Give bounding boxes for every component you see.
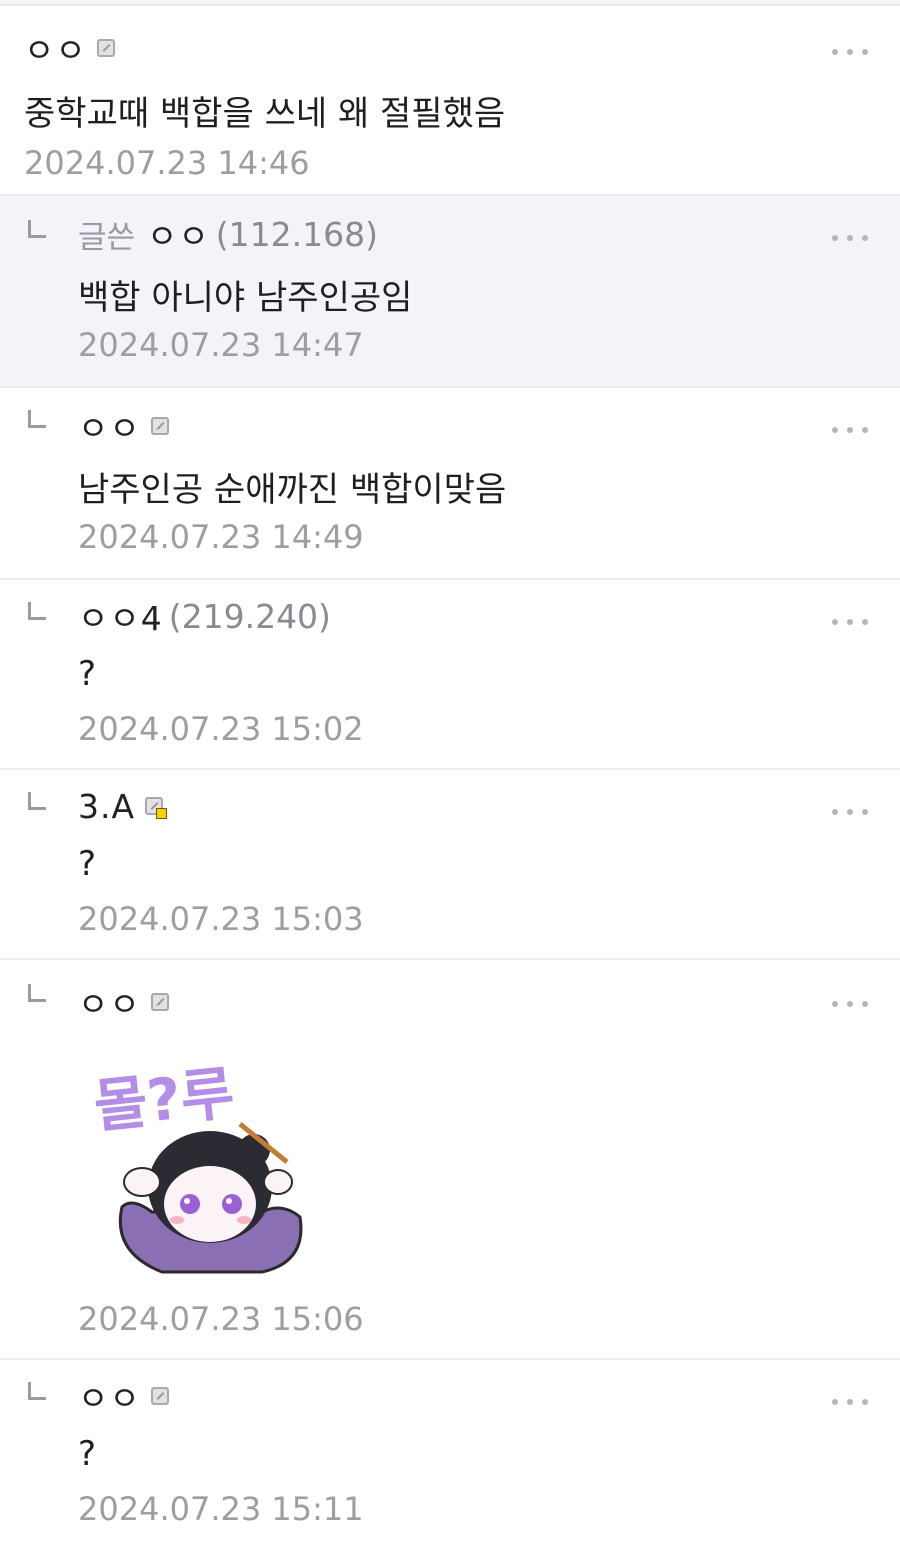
comment-ip: (112.168)	[215, 214, 378, 254]
comment-date: 2024.07.23 15:03	[78, 900, 364, 938]
comment-item: ㅇㅇ 남주인공 순애까진 백합이맞음 2024.07.23 14:49	[0, 388, 900, 580]
reply-arrow-icon	[28, 792, 46, 810]
writer-badge: 글쓴	[78, 219, 136, 256]
comment-author[interactable]: ㅇㅇ	[78, 1372, 141, 1420]
comment-author[interactable]: ㅇㅇ	[78, 978, 141, 1026]
more-options-button[interactable]	[832, 1398, 868, 1406]
more-options-button[interactable]	[832, 426, 868, 434]
reply-arrow-icon	[28, 1382, 46, 1400]
comment-item: 3.A ? 2024.07.23 15:03	[0, 770, 900, 960]
comment-date: 2024.07.23 15:06	[78, 1300, 364, 1338]
more-options-button[interactable]	[832, 618, 868, 626]
comment-item: ㅇㅇ ? 2024.07.23 15:11	[0, 1360, 900, 1560]
gallery-manager-icon	[145, 797, 168, 819]
comment-text: 중학교때 백합을 쓰네 왜 절필했음	[24, 94, 506, 134]
more-options-button[interactable]	[832, 234, 868, 242]
comment-item: 글쓴 ㅇㅇ (112.168) 백합 아니야 남주인공임 2024.07.23 …	[0, 196, 900, 388]
reply-arrow-icon	[28, 220, 46, 238]
comment-text: 백합 아니야 남주인공임	[78, 278, 413, 318]
fixed-nick-icon	[150, 1387, 169, 1405]
fixed-nick-icon	[96, 39, 115, 57]
comment-item: ㅇㅇ 중학교때 백합을 쓰네 왜 절필했음 2024.07.23 14:46	[0, 6, 900, 196]
more-options-button[interactable]	[832, 48, 868, 56]
comment-item: ㅇㅇ 몰?루 2024.07.23 15:06	[0, 960, 900, 1360]
comment-date: 2024.07.23 14:46	[24, 144, 310, 182]
comment-author[interactable]: ㅇㅇ	[24, 24, 87, 72]
comment-text: ?	[78, 1434, 97, 1474]
comment-date: 2024.07.23 15:02	[78, 710, 364, 748]
reply-arrow-icon	[28, 602, 46, 620]
comment-item: ㅇㅇ4 (219.240) ? 2024.07.23 15:02	[0, 580, 900, 770]
sticker-image[interactable]: 몰?루	[82, 1042, 312, 1282]
fixed-nick-icon	[150, 993, 169, 1011]
comment-author[interactable]: ㅇㅇ	[78, 402, 141, 450]
comment-text: 남주인공 순애까진 백합이맞음	[78, 470, 507, 510]
comment-text: ?	[78, 654, 97, 694]
more-options-button[interactable]	[832, 808, 868, 816]
comment-date: 2024.07.23 14:49	[78, 518, 364, 556]
comment-author[interactable]: ㅇㅇ4	[78, 592, 163, 640]
comment-date: 2024.07.23 15:11	[78, 1490, 364, 1528]
fixed-nick-icon	[150, 417, 169, 435]
comment-text: ?	[78, 844, 97, 884]
sticker-lettering: 몰?루	[91, 1059, 238, 1141]
reply-arrow-icon	[28, 984, 46, 1002]
comment-author[interactable]: ㅇㅇ	[147, 210, 210, 258]
more-options-button[interactable]	[832, 1000, 868, 1008]
comment-ip: (219.240)	[168, 596, 331, 636]
comment-author[interactable]: 3.A	[78, 787, 135, 826]
sticker-illustration: 몰?루	[91, 1059, 303, 1274]
reply-arrow-icon	[28, 410, 46, 428]
comment-date: 2024.07.23 14:47	[78, 326, 364, 364]
